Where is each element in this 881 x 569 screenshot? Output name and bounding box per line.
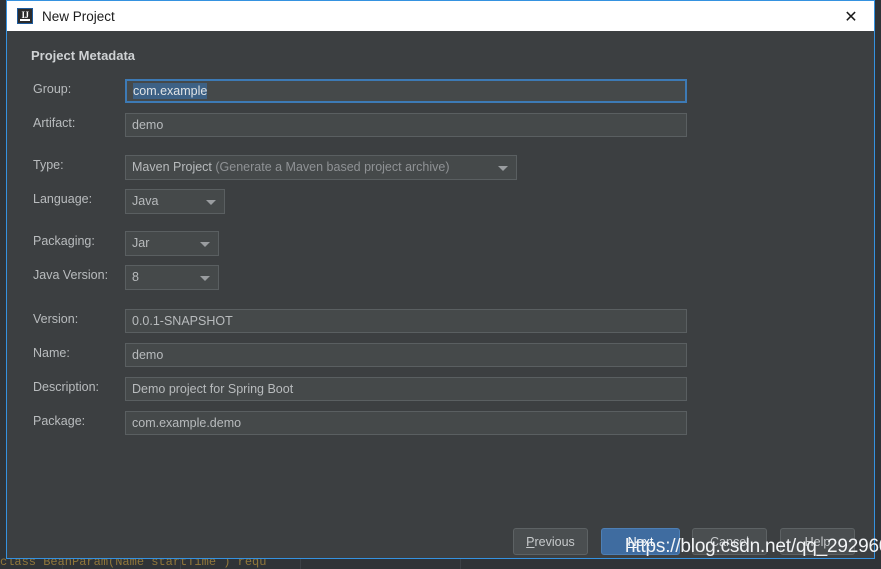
dialog-body: Project Metadata Group: com.example Arti…: [7, 31, 874, 558]
label-version: Version:: [33, 312, 79, 326]
label-group: Group:: [33, 82, 72, 96]
group-input-value: com.example: [133, 83, 208, 99]
next-button-label: ext: [636, 534, 654, 549]
label-type: Type:: [33, 158, 64, 172]
section-title: Project Metadata: [31, 48, 136, 63]
cancel-button-label: Cancel: [710, 534, 749, 549]
intellij-idea-icon: IJ: [17, 8, 33, 24]
type-dropdown-value: Maven Project: [132, 160, 212, 174]
label-description: Description:: [33, 380, 99, 394]
ide-code-line: class BeanParam(Name startTime ) requ: [0, 558, 267, 569]
previous-button[interactable]: Previous: [513, 528, 588, 555]
dialog-title: New Project: [42, 8, 115, 24]
artifact-input[interactable]: demo: [125, 113, 687, 137]
version-input[interactable]: 0.0.1-SNAPSHOT: [125, 309, 687, 333]
label-java-version: Java Version:: [33, 268, 109, 282]
label-artifact: Artifact:: [33, 116, 76, 130]
help-button-label: Help: [804, 534, 831, 549]
label-package: Package:: [33, 414, 86, 428]
chevron-down-icon: [200, 241, 210, 247]
language-dropdown[interactable]: Java: [125, 189, 225, 214]
chevron-down-icon: [206, 199, 216, 205]
close-icon[interactable]: ✕: [828, 1, 874, 31]
type-dropdown-hint: (Generate a Maven based project archive): [211, 160, 450, 174]
screen: a y y t e class BeanParam(Name startTime…: [0, 0, 881, 569]
packaging-dropdown-value: Jar: [132, 236, 150, 250]
group-input[interactable]: com.example: [125, 79, 687, 103]
java-version-dropdown[interactable]: 8: [125, 265, 219, 290]
cancel-button[interactable]: Cancel: [692, 528, 767, 555]
next-button-mnemonic: N: [627, 534, 637, 549]
language-dropdown-value: Java: [132, 194, 159, 208]
chevron-down-icon: [498, 165, 508, 171]
type-dropdown[interactable]: Maven Project (Generate a Maven based pr…: [125, 155, 517, 180]
dialog-titlebar: IJ New Project ✕: [7, 1, 874, 31]
label-name: Name:: [33, 346, 70, 360]
ide-bottom-strip: class BeanParam(Name startTime ) requ: [0, 558, 881, 569]
chevron-down-icon: [200, 275, 210, 281]
package-input[interactable]: com.example.demo: [125, 411, 687, 435]
description-input[interactable]: Demo project for Spring Boot: [125, 377, 687, 401]
help-button[interactable]: Help: [780, 528, 855, 555]
new-project-dialog: IJ New Project ✕ Project Metadata Group:…: [6, 0, 875, 559]
previous-button-mnemonic: P: [526, 534, 535, 549]
label-language: Language:: [33, 192, 93, 206]
previous-button-label: revious: [534, 534, 575, 549]
packaging-dropdown[interactable]: Jar: [125, 231, 219, 256]
label-packaging: Packaging:: [33, 234, 95, 248]
next-button[interactable]: Next: [601, 528, 680, 555]
java-version-dropdown-value: 8: [132, 270, 139, 284]
name-input[interactable]: demo: [125, 343, 687, 367]
